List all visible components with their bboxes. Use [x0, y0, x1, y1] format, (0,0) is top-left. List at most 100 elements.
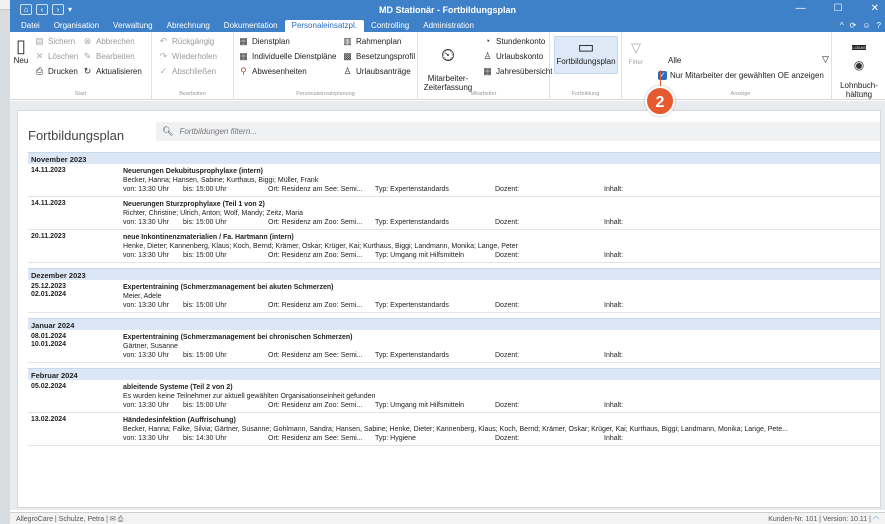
save-label: Sichern: [48, 36, 76, 46]
group-label-anzeige: Anzeige: [730, 91, 751, 97]
close-button[interactable]: ✕: [871, 3, 879, 14]
delete-button[interactable]: ✕ Löschen: [34, 51, 79, 61]
abwesenheiten-button[interactable]: ⚲ Abwesenheiten: [238, 66, 307, 76]
training-entry[interactable]: 20.11.2023 neue Inkontinenzmaterialien /…: [28, 230, 880, 263]
collapse-ribbon-icon[interactable]: ^: [840, 21, 844, 30]
entry-start-date: 08.01.2024: [31, 333, 67, 340]
training-entry[interactable]: 05.02.2024 ableitende Systeme (Teil 2 vo…: [28, 380, 880, 413]
month-header: Dezember 2023: [28, 268, 880, 280]
stundenkonto-button[interactable]: ◔ Stundenkonto: [482, 36, 546, 46]
save-icon: ▤: [35, 36, 44, 46]
ribbon-group-mitarbeiter: ⏲ Mitarbeiter- Zeiterfassung ◔ Stundenkon…: [418, 32, 552, 100]
entry-meta: von: 13:30 Uhr bis: 15:00 Uhr Ort: Resid…: [123, 251, 880, 260]
undo-button[interactable]: ↶ Rückgängig: [158, 36, 215, 46]
refresh-button[interactable]: ↻ Aktualisieren: [82, 66, 142, 76]
month-header: November 2023: [28, 152, 880, 164]
entry-dates: 13.02.2024: [31, 416, 66, 424]
oe-select-value: Alle: [668, 56, 682, 65]
training-entry[interactable]: 08.01.2024 10.01.2024 Expertentraining (…: [28, 330, 880, 363]
content-area: Fortbildungsplan 🔍︎ Fortbildungen filter…: [10, 101, 885, 510]
entry-body: Expertentraining (Schmerzmanagement bei …: [123, 330, 880, 362]
training-entry[interactable]: 14.11.2023 Neuerungen Sturzprophylaxe (T…: [28, 197, 880, 230]
entry-typ: Typ: Expertenstandards: [375, 219, 449, 226]
entry-dates: 25.12.2023 02.01.2024: [31, 283, 66, 299]
training-entry[interactable]: 25.12.2023 02.01.2024 Expertentraining (…: [28, 280, 880, 313]
entry-meta: von: 13:30 Uhr bis: 15:00 Uhr Ort: Resid…: [123, 218, 880, 227]
group-label-export: Export: [850, 91, 867, 97]
print-button[interactable]: ⎙ Drucken: [34, 66, 78, 76]
new-button[interactable]: ▯ Neu: [12, 36, 30, 65]
oe-only-checkbox[interactable]: ✓ Nur Mitarbeiter der gewählten OE anzei…: [658, 71, 824, 80]
entry-start-date: 13.02.2024: [31, 416, 67, 423]
entry-start-date: 14.11.2023: [31, 200, 66, 207]
group-label-mitarbeiter: Mitarbeiter: [470, 91, 497, 97]
entry-von: von: 13:30 Uhr: [123, 252, 169, 259]
menu-administration[interactable]: Administration: [416, 20, 481, 32]
menu-datei[interactable]: Datei: [14, 20, 47, 32]
minimize-button[interactable]: —: [796, 3, 806, 14]
menu-organisation[interactable]: Organisation: [47, 20, 106, 32]
entry-inhalt: Inhalt:: [604, 352, 624, 359]
entry-start-date: 14.11.2023: [31, 167, 66, 174]
edit-button[interactable]: ✎ Bearbeiten: [82, 51, 135, 61]
printer-icon[interactable]: ⎙: [118, 516, 124, 523]
filter-funnel-icon[interactable]: ▽: [822, 54, 829, 65]
menu-personaleinsatzplanung[interactable]: Personaleinsatzpl.: [284, 20, 364, 32]
undo-icon: ↶: [159, 36, 168, 46]
rahmenplan-button[interactable]: ▥ Rahmenplan: [342, 36, 401, 46]
redo-button[interactable]: ↷ Wiederholen: [158, 51, 217, 61]
finish-button[interactable]: ✓ Abschließen: [158, 66, 216, 76]
menu-controlling[interactable]: Controlling: [364, 20, 416, 32]
status-right-text: Kunden-Nr. 101 | Version: 10.11 |: [768, 516, 871, 523]
help-icon[interactable]: ?: [877, 21, 881, 30]
search-input[interactable]: 🔍︎ Fortbildungen filtern...: [156, 122, 880, 141]
abwesenheiten-label: Abwesenheiten: [252, 66, 307, 76]
sync-icon[interactable]: ⟳: [850, 21, 857, 30]
entry-ort: Ort: Residenz am Zoo: Semi...: [268, 402, 363, 409]
callout-badge: 2: [645, 86, 675, 116]
menu-dokumentation[interactable]: Dokumentation: [217, 20, 285, 32]
print-icon: ⎙: [35, 66, 44, 76]
urlaubskonto-button[interactable]: ♙ Urlaubskonto: [482, 51, 543, 61]
entry-meta: von: 13:30 Uhr bis: 15:00 Uhr Ort: Resid…: [123, 351, 880, 360]
group-label-fortbildung: Fortbildung: [571, 91, 600, 97]
filter-button[interactable]: ▽ Filter: [624, 38, 648, 67]
cancel-label: Abbrechen: [96, 36, 135, 46]
edit-icon: ✎: [83, 51, 92, 61]
calendar-icon: ▦: [239, 36, 248, 46]
mail-icon[interactable]: ✉: [110, 516, 116, 523]
group-label-start: Start: [74, 91, 87, 97]
urlaubsantraege-button[interactable]: ♙ Urlaubsanträge: [342, 66, 410, 76]
individuelle-dienstplaene-button[interactable]: ▦ Individuelle Dienstpläne: [238, 51, 336, 61]
dienstplan-label: Dienstplan: [252, 36, 290, 46]
entry-ort: Ort: Residenz am Zoo: Semi...: [268, 219, 363, 226]
window-controls: — ☐ ✕: [796, 3, 879, 14]
search-placeholder: Fortbildungen filtern...: [179, 127, 257, 136]
entry-body: Händedesinfektion (Auffrischung) Becker,…: [123, 413, 880, 445]
user-icon[interactable]: ☺: [862, 21, 870, 30]
lohnbuchhaltung-button[interactable]: LODAS ◉ Lohnbuch- haltung: [834, 36, 884, 99]
maximize-button[interactable]: ☐: [834, 3, 843, 14]
edit-label: Bearbeiten: [96, 51, 135, 61]
menu-abrechnung[interactable]: Abrechnung: [160, 20, 217, 32]
entry-typ: Typ: Hygiene: [375, 435, 416, 442]
menu-verwaltung[interactable]: Verwaltung: [106, 20, 160, 32]
cancel-button[interactable]: ⊗ Abbrechen: [82, 36, 135, 46]
zeiterfassung-button[interactable]: ⏲ Mitarbeiter- Zeiterfassung: [420, 36, 476, 92]
fortbildungsplan-button[interactable]: ▭ Fortbildungsplan: [554, 36, 618, 74]
training-entry[interactable]: 14.11.2023 Neuerungen Dekubitusprophylax…: [28, 164, 880, 197]
entry-meta: von: 13:30 Uhr bis: 15:00 Uhr Ort: Resid…: [123, 185, 880, 194]
entry-participants: Becker, Hanna; Falke, Silvia; Gärtner, S…: [123, 426, 788, 433]
besetzungsprofil-button[interactable]: ▩ Besetzungsprofil: [342, 51, 415, 61]
entry-end-date: 10.01.2024: [31, 341, 67, 348]
oe-only-checkbox-label: Nur Mitarbeiter der gewählten OE anzeige…: [670, 71, 824, 80]
sync-status-icon: ◠: [872, 516, 879, 523]
jahresuebersicht-button[interactable]: ▦ Jahresübersicht: [482, 66, 552, 76]
training-entry[interactable]: 13.02.2024 Händedesinfektion (Auffrischu…: [28, 413, 880, 446]
refresh-label: Aktualisieren: [96, 66, 142, 76]
save-button[interactable]: ▤ Sichern: [34, 36, 75, 46]
menu-bar: Datei Organisation Verwaltung Abrechnung…: [10, 20, 885, 32]
entry-dozent: Dozent:: [495, 219, 520, 226]
entry-meta: von: 13:30 Uhr bis: 15:00 Uhr Ort: Resid…: [123, 401, 880, 410]
dienstplan-button[interactable]: ▦ Dienstplan: [238, 36, 290, 46]
